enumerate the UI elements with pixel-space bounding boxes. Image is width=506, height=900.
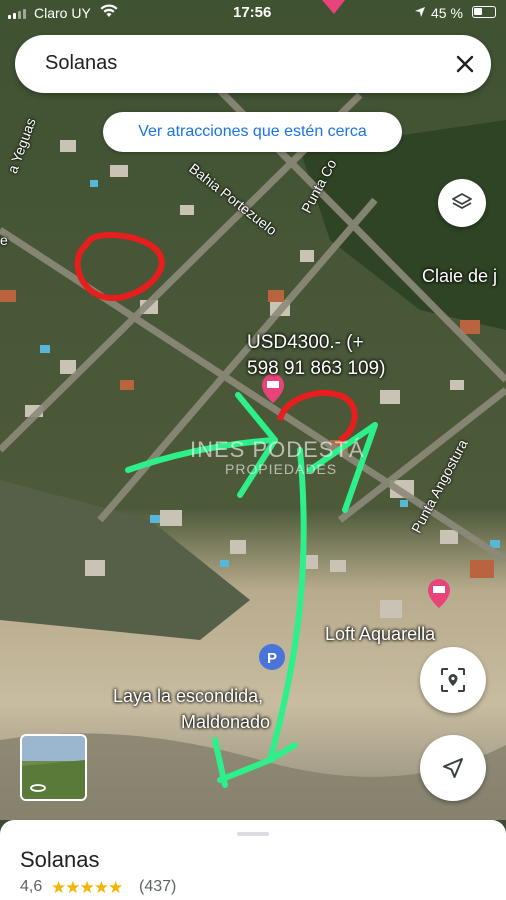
location-arrow-icon [415,7,425,17]
lens-pin-icon [441,668,465,692]
phone-annotation: 598 91 863 109) [247,358,386,379]
nearby-attractions-chip[interactable]: Ver atracciones que estén cerca [103,112,402,152]
road-label: e [0,232,8,248]
wifi-icon [100,4,118,17]
sheet-handle[interactable] [237,832,269,836]
search-bar[interactable]: Solanas [15,35,491,93]
watermark-subtitle: PROPIEDADES [225,461,338,477]
place-label-loft[interactable]: Loft Aquarella [325,624,435,645]
lens-location-button[interactable] [420,647,486,713]
price-annotation: USD4300.- (+ [247,332,364,353]
close-icon[interactable] [451,50,479,78]
place-title: Solanas [20,847,100,872]
rating-value: 4,6 [20,878,43,895]
svg-text:P: P [267,650,277,667]
navigation-arrow-icon [443,758,463,778]
street-view-icon [22,760,85,799]
layers-icon [452,193,472,209]
status-bar: Claro UY 17:56 45 % [0,0,506,28]
search-query[interactable]: Solanas [45,52,117,75]
street-view-thumbnail[interactable] [20,734,87,801]
place-label-laya[interactable]: Laya la escondida, [113,686,263,707]
layers-button[interactable] [438,179,486,227]
watermark-title: INES PODESTÁ [190,437,365,462]
place-sheet[interactable]: Solanas 4,6 ★★★★★ (437) [0,820,506,900]
review-count[interactable]: (437) [139,878,176,896]
place-label-maldonado[interactable]: Maldonado [181,712,270,733]
carrier-label: Claro UY [34,5,91,21]
battery-icon [472,6,496,18]
star-rating: ★★★★★ [51,878,123,897]
my-location-button[interactable] [420,735,486,801]
place-label[interactable]: Claie de j [422,266,497,287]
signal-icon [8,9,28,19]
clock: 17:56 [233,4,272,21]
battery-label: 45 % [431,5,463,21]
